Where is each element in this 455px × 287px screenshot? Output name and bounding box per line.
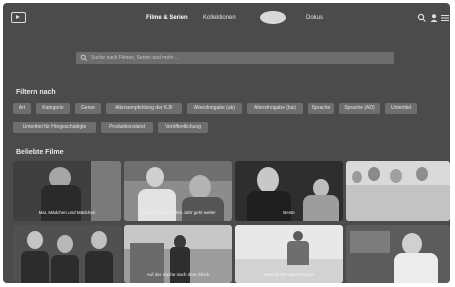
filter-chip-age-recommendation[interactable]: Altersempfehlung der KJF (106, 103, 182, 114)
hamburger-icon[interactable] (440, 13, 450, 23)
filter-chip-type[interactable]: Art (13, 103, 31, 114)
nav-collections[interactable]: Kollektionen (203, 15, 236, 21)
top-navigation: Filme & Serien Kollektionen Dokus (3, 3, 450, 37)
movie-card[interactable]: Coming Victoria - Ein Jahr geht weiter (124, 161, 232, 221)
movie-card[interactable]: Was ist ein wahres Haus (235, 225, 343, 283)
movie-title: Auf der Suche nach dem Glück (146, 272, 210, 277)
movie-card[interactable]: Beste (235, 161, 343, 221)
filter-chip-category[interactable]: Kategorie (36, 103, 70, 114)
search-placeholder: Suche nach Filmen, Serien und mehr ... (91, 55, 180, 61)
movie-title: Coming Victoria - Ein Jahr geht weiter (140, 210, 216, 215)
filter-chip-release[interactable]: Veröffentlichung (158, 122, 208, 133)
search-icon[interactable] (417, 13, 427, 23)
app-screen: Filme & Serien Kollektionen Dokus Suche … (3, 3, 450, 283)
movie-card[interactable]: Auf der Suche nach dem Glück (124, 225, 232, 283)
movie-card[interactable] (346, 225, 450, 283)
movie-title: Mai, Mädchen und Mädchen (38, 210, 96, 215)
menu-icon[interactable] (11, 12, 26, 23)
movie-title: Beste (283, 210, 295, 215)
movie-card[interactable] (13, 225, 121, 283)
filter-chip-genre[interactable]: Genre (75, 103, 101, 114)
filter-chip-age-rating-from[interactable]: Altersfreigabe (ab) (187, 103, 242, 114)
movie-card[interactable]: Mai, Mädchen und Mädchen (13, 161, 121, 221)
search-icon (80, 54, 88, 62)
filter-chip-subtitles[interactable]: Untertitel (385, 103, 417, 114)
filter-chip-hearing-impaired-subtitles[interactable]: Untertitel für Hörgeschädigte (13, 122, 96, 133)
filter-chip-production-country[interactable]: Produktionsland (101, 122, 153, 133)
popular-films-heading: Beliebte Filme (16, 149, 64, 156)
filter-chip-language-ad[interactable]: Sprache (AD) (339, 103, 380, 114)
filter-chip-language[interactable]: Sprache (308, 103, 334, 114)
movie-title: Was ist ein wahres Haus (264, 272, 314, 277)
movie-card[interactable] (346, 161, 450, 221)
brand-logo[interactable] (260, 11, 286, 24)
nav-films-series[interactable]: Filme & Serien (146, 15, 188, 21)
search-input[interactable]: Suche nach Filmen, Serien und mehr ... (76, 52, 394, 64)
nav-documentaries[interactable]: Dokus (306, 15, 323, 21)
user-icon[interactable] (429, 13, 439, 23)
filter-chip-age-rating-to[interactable]: Altersfreigabe (bis) (247, 103, 303, 114)
filter-heading: Filtern nach (16, 89, 56, 96)
